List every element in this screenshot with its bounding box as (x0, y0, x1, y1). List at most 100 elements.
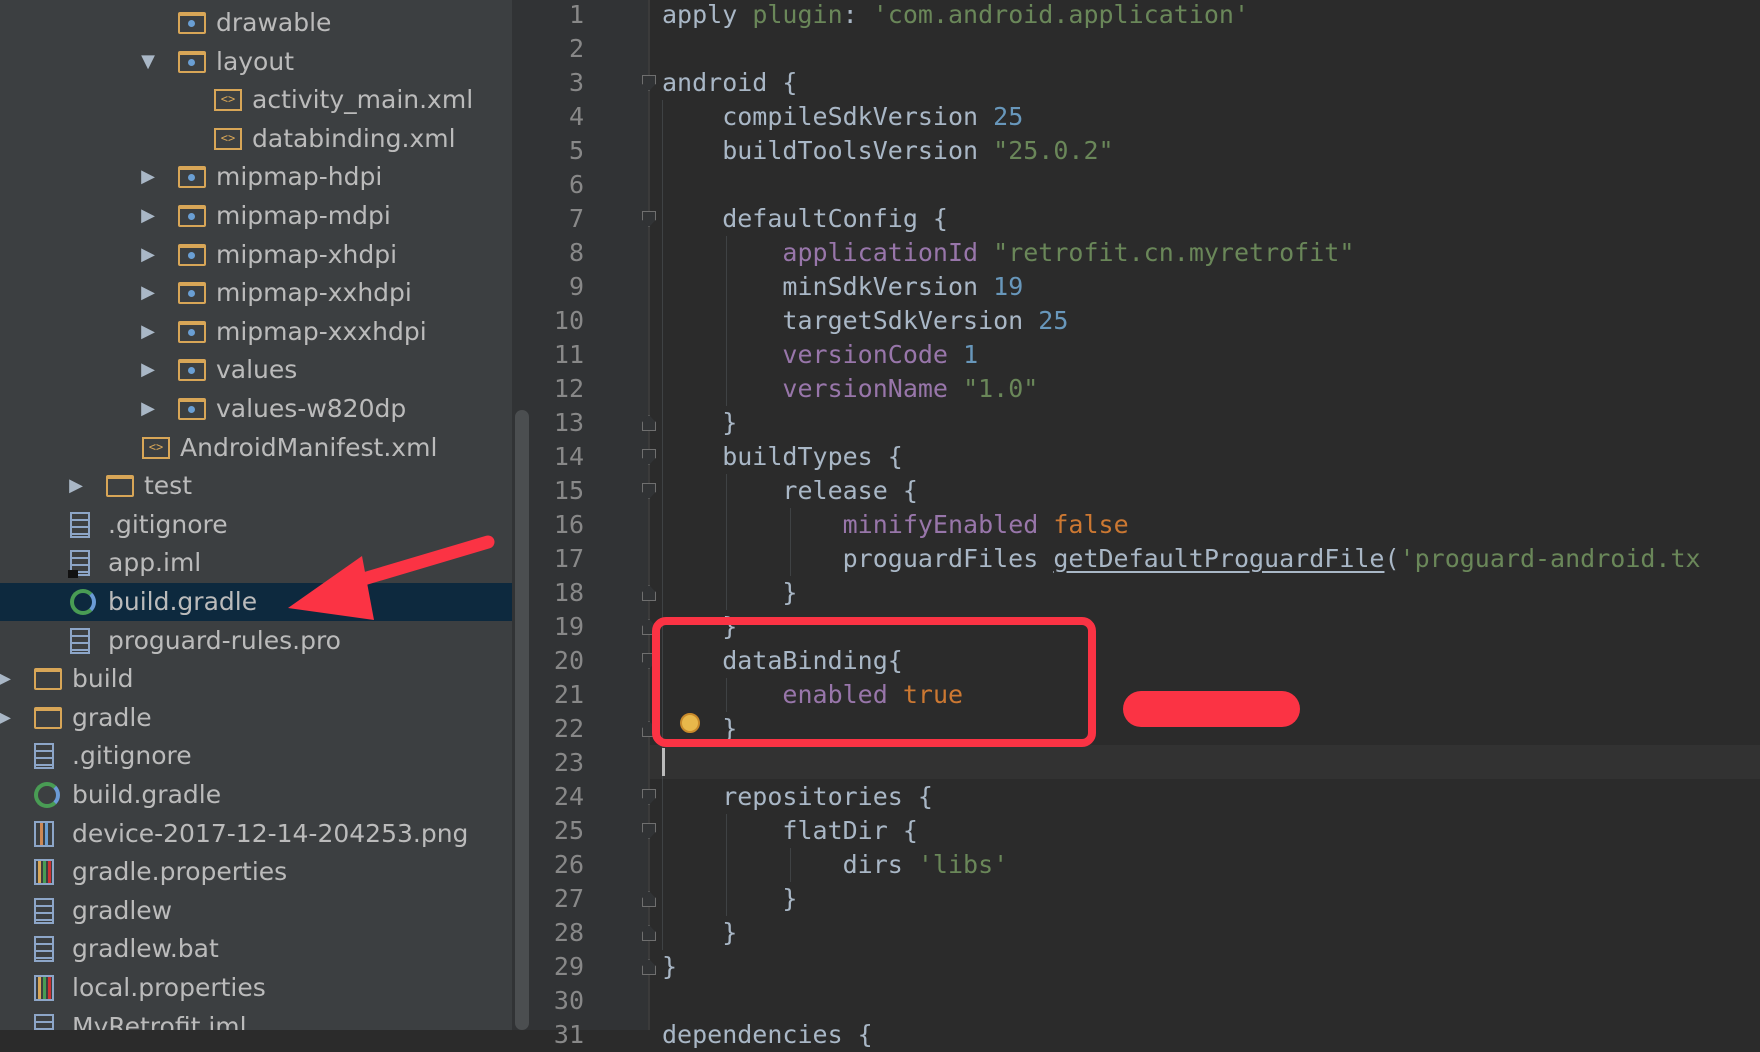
line-number: 15 (553, 476, 584, 505)
code-token: "25.0.2" (993, 136, 1114, 165)
folder-icon (106, 475, 134, 498)
code-line[interactable]: flatDir { (662, 814, 917, 848)
line-number: 9 (568, 272, 584, 301)
line-number: 21 (553, 680, 584, 709)
code-line[interactable]: proguardFiles getDefaultProguardFile('pr… (662, 542, 1701, 576)
tree-item-label: MyRetrofit.iml (72, 1011, 247, 1030)
tree-item-gradle-properties[interactable]: gradle.properties (0, 853, 512, 891)
expand-arrow-right-icon[interactable]: ▶ (0, 660, 16, 698)
line-number: 6 (568, 170, 584, 199)
tree-item-label: mipmap-xxxhdpi (216, 316, 427, 346)
expand-arrow-right-icon[interactable]: ▶ (136, 351, 160, 389)
tree-item-test[interactable]: ▶ test (0, 467, 512, 505)
tree-item-mipmap-xhdpi[interactable]: ▶ mipmap-xhdpi (0, 236, 512, 274)
tree-item-label: device-2017-12-14-204253.png (72, 818, 469, 848)
code-line[interactable]: apply plugin: 'com.android.application' (662, 0, 1249, 32)
code-line[interactable]: } (662, 916, 737, 950)
xml-icon: <> (214, 127, 242, 150)
code-token: 1 (963, 340, 979, 369)
code-line[interactable]: applicationId "retrofit.cn.myretrofit" (662, 236, 1354, 270)
code-line[interactable]: buildTypes { (662, 440, 903, 474)
code-token: 25 (993, 102, 1024, 131)
tree-item-label: build.gradle (72, 780, 222, 809)
line-number: 29 (553, 952, 584, 981)
code-line[interactable]: android { (662, 66, 797, 100)
code-token: } (662, 952, 678, 981)
expand-arrow-right-icon[interactable]: ▶ (136, 158, 160, 196)
tree-item-drawable[interactable]: drawable (0, 4, 512, 42)
code-line[interactable]: repositories { (662, 780, 933, 814)
code-line[interactable]: compileSdkVersion 25 (662, 100, 1023, 134)
folder-icon (178, 320, 206, 343)
code-line[interactable]: } (662, 950, 677, 984)
code-token: ( (1384, 544, 1400, 573)
expand-arrow-right-icon[interactable]: ▶ (136, 313, 160, 351)
code-line[interactable]: minifyEnabled false (662, 508, 1129, 542)
expand-arrow-down-icon[interactable]: ▼ (136, 43, 160, 81)
code-line[interactable]: dirs 'libs' (662, 848, 1009, 882)
tree-item-gitignore[interactable]: .gitignore (0, 737, 512, 775)
tree-item-label: gradle (72, 702, 152, 732)
tree-item-mipmap-xxhdpi[interactable]: ▶ mipmap-xxhdpi (0, 274, 512, 312)
tree-item-device-2017-12-14-204253-png[interactable]: device-2017-12-14-204253.png (0, 815, 512, 853)
code-line[interactable]: } (662, 576, 797, 610)
xml-icon: <> (142, 436, 170, 459)
expand-arrow-right-icon[interactable]: ▶ (136, 236, 160, 274)
tree-item-mipmap-xxxhdpi[interactable]: ▶ mipmap-xxxhdpi (0, 313, 512, 351)
expand-arrow-right-icon[interactable]: ▶ (64, 467, 88, 505)
tree-item-values-w820dp[interactable]: ▶ values-w820dp (0, 390, 512, 428)
code-token: 25 (1038, 306, 1069, 335)
code-line[interactable]: defaultConfig { (662, 202, 948, 236)
expand-arrow-right-icon[interactable]: ▶ (0, 699, 16, 737)
tree-scrollbar[interactable] (515, 410, 529, 1030)
tree-item-androidmanifest-xml[interactable]: <> AndroidManifest.xml (0, 429, 512, 467)
tree-item-build-gradle[interactable]: build.gradle (0, 776, 512, 814)
code-token: 19 (993, 272, 1024, 301)
line-number: 18 (553, 578, 584, 607)
tree-item-build[interactable]: ▶ build (0, 660, 512, 698)
code-line[interactable]: } (662, 406, 737, 440)
tree-item-gradlew[interactable]: gradlew (0, 892, 512, 930)
code-line[interactable]: versionName "1.0" (662, 372, 1038, 406)
tree-item-activity-main-xml[interactable]: <> activity_main.xml (0, 81, 512, 119)
line-number: 7 (568, 204, 584, 233)
expand-arrow-right-icon[interactable]: ▶ (136, 274, 160, 312)
tree-item-label: layout (216, 46, 295, 76)
tree-item-gradlew-bat[interactable]: gradlew.bat (0, 930, 512, 968)
tree-item-mipmap-mdpi[interactable]: ▶ mipmap-mdpi (0, 197, 512, 235)
xml-icon: <> (214, 89, 242, 112)
line-number: 20 (553, 646, 584, 675)
code-line[interactable]: buildToolsVersion "25.0.2" (662, 134, 1114, 168)
tree-item-databinding-xml[interactable]: <> databinding.xml (0, 120, 512, 158)
line-number: 14 (553, 442, 584, 471)
code-token: plugin (752, 0, 843, 29)
expand-arrow-right-icon[interactable]: ▶ (136, 390, 160, 428)
code-line[interactable]: versionCode 1 (662, 338, 978, 372)
code-line[interactable]: dependencies { (662, 1018, 873, 1052)
code-line[interactable]: minSdkVersion 19 (662, 270, 1023, 304)
folder-icon (34, 706, 62, 729)
tree-item-gradle[interactable]: ▶ gradle (0, 699, 512, 737)
code-line[interactable]: targetSdkVersion 25 (662, 304, 1068, 338)
code-line[interactable]: } (662, 882, 797, 916)
annotation-arrow-icon (288, 535, 495, 620)
code-token: targetSdkVersion (662, 306, 1039, 335)
code-line[interactable]: release { (662, 474, 917, 508)
line-number: 3 (568, 68, 584, 97)
tree-item-values[interactable]: ▶ values (0, 351, 512, 389)
file-icon (70, 511, 90, 538)
tree-item-label: activity_main.xml (252, 85, 474, 115)
tree-item-local-properties[interactable]: local.properties (0, 969, 512, 1007)
folder-icon (178, 243, 206, 266)
tree-item-label: local.properties (72, 973, 266, 1002)
tree-item-mipmap-hdpi[interactable]: ▶ mipmap-hdpi (0, 158, 512, 196)
line-number: 17 (553, 544, 584, 573)
tree-item-layout[interactable]: ▼ layout (0, 43, 512, 81)
tree-item-myretrofit-iml[interactable]: MyRetrofit.iml (0, 1008, 512, 1030)
iml-icon (34, 1013, 54, 1030)
expand-arrow-right-icon[interactable]: ▶ (136, 197, 160, 235)
tree-item-label: gradlew.bat (72, 934, 219, 964)
